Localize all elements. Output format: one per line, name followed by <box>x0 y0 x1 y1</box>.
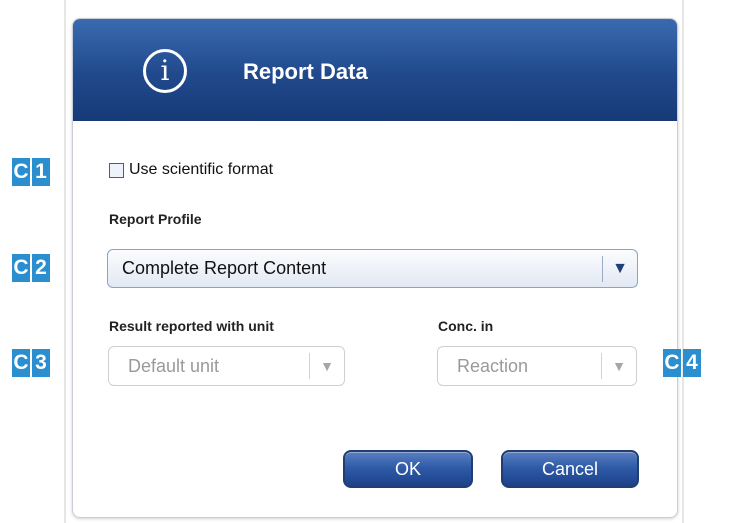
conc-in-value: Reaction <box>457 355 529 376</box>
info-circle-icon: i <box>143 49 187 93</box>
report-profile-label: Report Profile <box>109 211 202 227</box>
callout-letter: C <box>663 349 681 377</box>
dialog-title: Report Data <box>243 59 368 84</box>
callout-number: 2 <box>32 254 50 282</box>
dialog-titlebar: i Report Data <box>73 19 677 121</box>
callout-letter: C <box>12 254 30 282</box>
chevron-down-icon[interactable]: ▼ <box>310 358 344 374</box>
result-unit-value: Default unit <box>128 355 220 376</box>
report-profile-select[interactable]: Complete Report Content ▼ <box>107 249 638 288</box>
chevron-down-icon[interactable]: ▼ <box>602 358 636 374</box>
result-unit-select[interactable]: Default unit ▼ <box>108 346 345 386</box>
ok-button[interactable]: OK <box>343 450 473 488</box>
report-profile-value: Complete Report Content <box>122 258 327 278</box>
conc-in-select[interactable]: Reaction ▼ <box>437 346 637 386</box>
scientific-format-checkbox[interactable] <box>109 162 124 178</box>
chevron-down-icon[interactable]: ▼ <box>603 260 637 278</box>
callout-c4: C 4 <box>663 349 701 377</box>
callout-number: 4 <box>683 349 701 377</box>
callout-letter: C <box>12 349 30 377</box>
callout-number: 1 <box>32 158 50 186</box>
scientific-format-label[interactable]: Use scientific format <box>129 161 273 179</box>
cancel-button[interactable]: Cancel <box>501 450 639 488</box>
result-unit-label: Result reported with unit <box>109 318 274 334</box>
conc-in-label: Conc. in <box>438 318 494 334</box>
callout-c3: C 3 <box>12 349 50 377</box>
scientific-format-option[interactable]: Use scientific format <box>109 161 273 179</box>
background-right-rule <box>682 0 684 523</box>
callout-letter: C <box>12 158 30 186</box>
callout-c1: C 1 <box>12 158 50 186</box>
callout-c2: C 2 <box>12 254 50 282</box>
callout-number: 3 <box>32 349 50 377</box>
background-left-rule <box>64 0 66 523</box>
